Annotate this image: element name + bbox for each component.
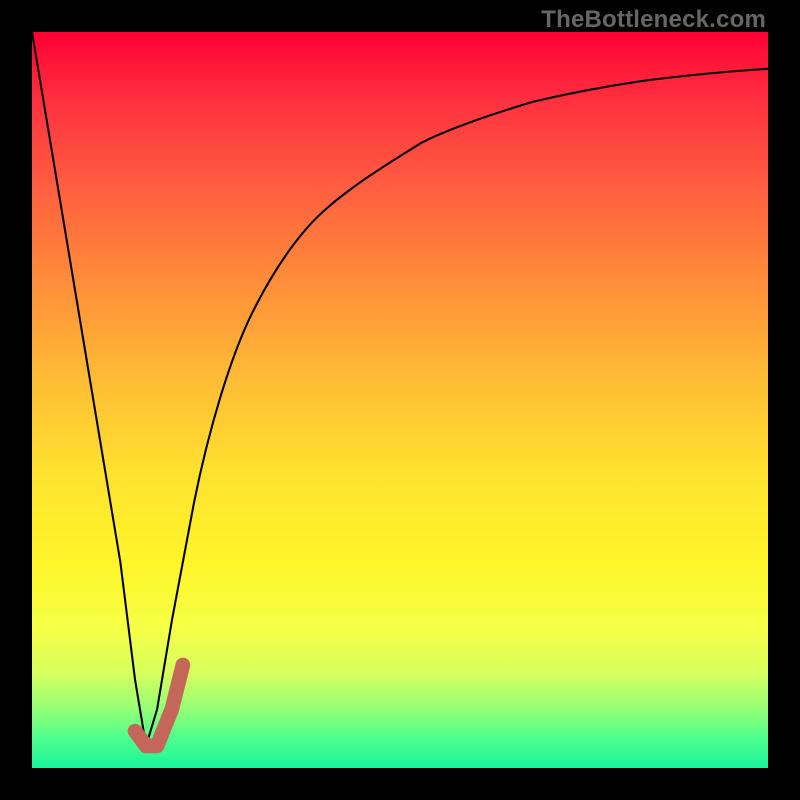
curve-layer: [32, 32, 768, 768]
plot-area: [32, 32, 768, 768]
bottleneck-curve: [32, 32, 768, 746]
watermark-text: TheBottleneck.com: [541, 6, 766, 34]
highlight-segment: [135, 665, 183, 746]
chart-frame: TheBottleneck.com: [0, 0, 800, 800]
